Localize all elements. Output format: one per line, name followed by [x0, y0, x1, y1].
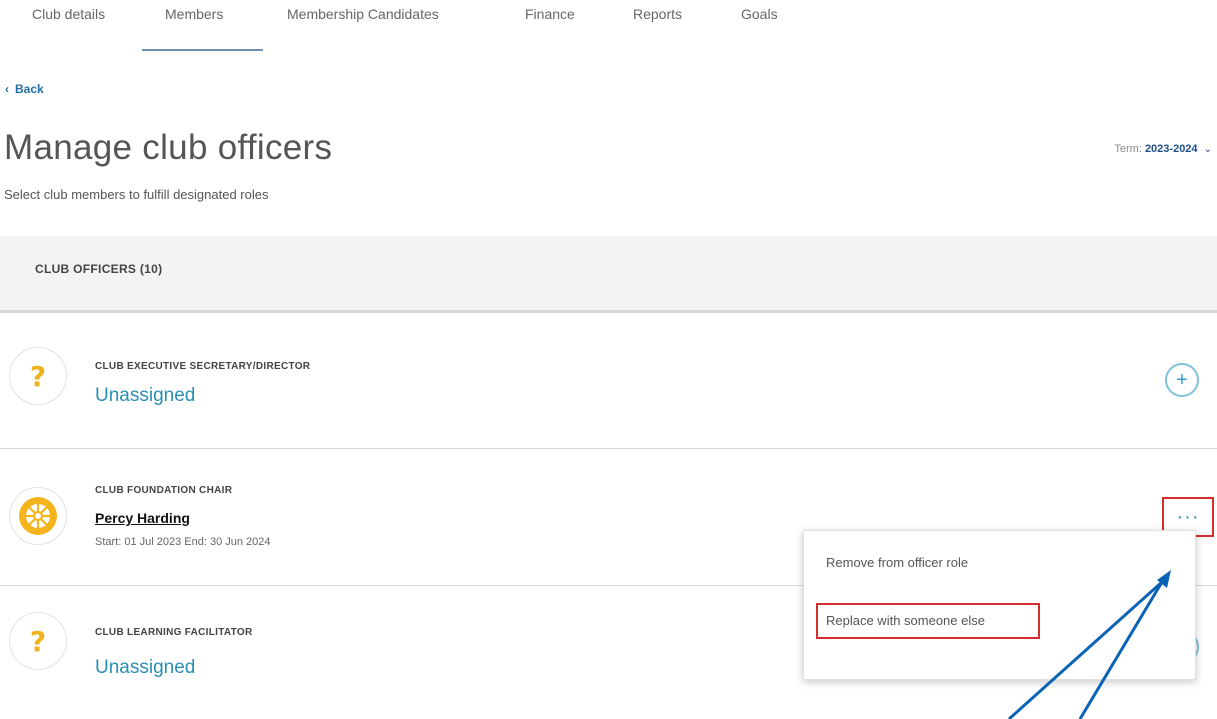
officer-term-dates: Start: 01 Jul 2023 End: 30 Jun 2024: [95, 536, 271, 548]
question-icon: ?: [9, 612, 67, 670]
officer-role-title: CLUB FOUNDATION CHAIR: [95, 485, 233, 496]
page-subtitle: Select club members to fulfill designate…: [4, 187, 269, 202]
officer-role-title: CLUB LEARNING FACILITATOR: [95, 627, 253, 638]
club-officers-header: CLUB OFFICERS (10): [0, 236, 1217, 313]
top-tab-bar: Club details Members Membership Candidat…: [0, 0, 1217, 52]
term-selector[interactable]: Term: 2023-2024 ⌄: [1114, 143, 1212, 155]
officer-actions-menu: Remove from officer role Replace with so…: [803, 530, 1196, 680]
rotary-wheel-icon: [9, 487, 67, 545]
ellipsis-icon: ···: [1176, 505, 1200, 528]
officer-role-title: CLUB EXECUTIVE SECRETARY/DIRECTOR: [95, 361, 311, 372]
section-title: CLUB OFFICERS (10): [35, 262, 163, 276]
term-label: Term:: [1114, 143, 1142, 155]
tab-members[interactable]: Members: [165, 6, 223, 22]
menu-item-replace[interactable]: Replace with someone else: [826, 613, 985, 628]
tab-finance[interactable]: Finance: [525, 6, 575, 22]
active-tab-indicator: [142, 49, 263, 51]
chevron-left-icon: ‹: [5, 82, 9, 96]
tab-club-details[interactable]: Club details: [32, 6, 105, 22]
tab-goals[interactable]: Goals: [741, 6, 778, 22]
question-icon: ?: [9, 347, 67, 405]
page-title: Manage club officers: [4, 128, 333, 167]
row-divider: [0, 448, 1217, 449]
tab-reports[interactable]: Reports: [633, 6, 682, 22]
tab-membership-candidates[interactable]: Membership Candidates: [287, 6, 439, 22]
menu-item-remove[interactable]: Remove from officer role: [826, 555, 968, 570]
officer-status: Unassigned: [95, 385, 196, 406]
back-link[interactable]: ‹ Back: [5, 82, 44, 96]
officer-name-link[interactable]: Percy Harding: [95, 510, 190, 526]
plus-icon: +: [1176, 368, 1188, 391]
back-label: Back: [15, 82, 44, 96]
term-value: 2023-2024: [1144, 143, 1198, 155]
add-officer-button[interactable]: +: [1165, 363, 1199, 397]
chevron-down-icon: ⌄: [1203, 144, 1212, 155]
officer-status: Unassigned: [95, 657, 196, 678]
